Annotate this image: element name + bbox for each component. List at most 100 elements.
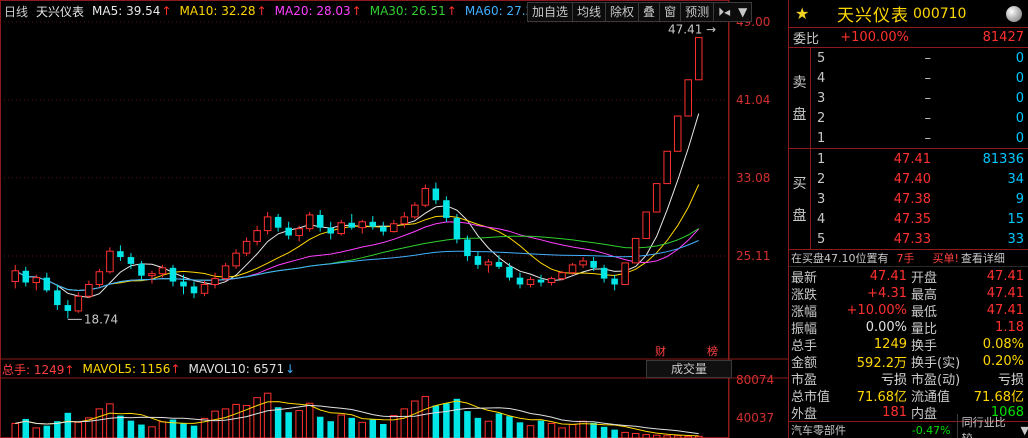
candle-body bbox=[484, 261, 493, 266]
sell-level-row[interactable]: 4 – 0 bbox=[811, 68, 1028, 88]
panel-toggle-icon[interactable]: ⏵◂ bbox=[714, 3, 735, 21]
candle bbox=[242, 237, 251, 257]
up-arrow-icon: ↑ bbox=[351, 4, 362, 18]
candle bbox=[369, 215, 377, 230]
level-price: – bbox=[924, 110, 932, 126]
volume-bar bbox=[631, 433, 640, 438]
level-price: – bbox=[924, 50, 932, 66]
volume-bar bbox=[295, 410, 303, 438]
level-volume: 0 bbox=[1015, 130, 1024, 146]
order-ratio-row: 委比 +100.00% 81427 bbox=[789, 28, 1028, 48]
buy-level-row[interactable]: 3 47.38 9 bbox=[811, 189, 1028, 209]
candle-body bbox=[663, 150, 671, 185]
candle bbox=[380, 221, 387, 236]
volume-axis: 80074 40037 bbox=[736, 373, 774, 425]
candle-body bbox=[369, 221, 377, 227]
stat-row: 最新 47.41 开盘 47.41 bbox=[789, 268, 1028, 286]
chevron-down-icon[interactable]: ▼ bbox=[1021, 424, 1028, 437]
sell-level-row[interactable]: 5 – 0 bbox=[811, 48, 1028, 68]
candle bbox=[232, 249, 240, 269]
volume-bar bbox=[453, 398, 461, 438]
star-icon[interactable]: ★ bbox=[795, 4, 817, 23]
volume-bar bbox=[32, 427, 41, 438]
window-button[interactable]: 窗 bbox=[660, 3, 682, 21]
volume-bar bbox=[358, 421, 367, 438]
level-price: 47.38 bbox=[893, 191, 931, 207]
volume-bar bbox=[537, 420, 545, 438]
candle-body bbox=[242, 240, 251, 254]
quote-title-bar: ★ 天兴仪表 000710 bbox=[789, 0, 1028, 28]
volume-bar bbox=[443, 403, 450, 438]
volume-bar bbox=[43, 425, 51, 438]
candle bbox=[484, 259, 493, 273]
volume-bar bbox=[369, 419, 377, 438]
candle-body bbox=[495, 261, 503, 267]
buy-level-row[interactable]: 2 47.40 34 bbox=[811, 169, 1028, 189]
candle bbox=[327, 221, 334, 240]
view-detail-link[interactable]: 查看详细 bbox=[961, 250, 1005, 266]
buy-level-row[interactable]: 4 47.35 15 bbox=[811, 209, 1028, 229]
volume-bar bbox=[253, 397, 261, 438]
stat-l2: 内盘 bbox=[911, 407, 938, 422]
candle bbox=[579, 257, 587, 268]
candle-body bbox=[516, 277, 524, 285]
volume-bar bbox=[380, 424, 387, 438]
volume-bar bbox=[464, 411, 471, 438]
buy-level-row[interactable]: 1 47.41 81336 bbox=[811, 149, 1028, 169]
stat-v1: 181 bbox=[882, 405, 907, 420]
candle-body bbox=[221, 265, 230, 280]
globe-icon[interactable] bbox=[1006, 6, 1022, 22]
volume-tick-label: 40037 bbox=[736, 411, 774, 425]
buy-level-row[interactable]: 5 47.33 33 bbox=[811, 229, 1028, 249]
sell-level-row[interactable]: 2 – 0 bbox=[811, 108, 1028, 128]
stat-row: 金额 592.2万 换手(实) 0.20% bbox=[789, 353, 1028, 371]
sell-level-row[interactable]: 1 – 0 bbox=[811, 128, 1028, 148]
volume-bar bbox=[421, 396, 430, 438]
order-alert-line[interactable]: 在买盘47.10位置有 7手 买单! 查看详细 bbox=[789, 250, 1028, 267]
finance-report-tag[interactable]: 财 bbox=[655, 343, 666, 359]
candle bbox=[642, 211, 650, 239]
volume-bar bbox=[211, 410, 219, 438]
volume-bar bbox=[400, 408, 409, 438]
level-volume: 0 bbox=[1015, 110, 1024, 126]
candle-body bbox=[274, 216, 282, 228]
quote-panel: ★ 天兴仪表 000710 委比 +100.00% 81427 卖盘 5 – 0 4 –… bbox=[788, 0, 1028, 438]
volume-bar bbox=[305, 402, 314, 438]
overlay-button[interactable]: 叠 bbox=[639, 3, 661, 21]
candle bbox=[211, 272, 219, 289]
candle bbox=[621, 262, 629, 285]
chevron-down-icon[interactable]: ▼ bbox=[734, 3, 752, 21]
industry-compare-button[interactable]: 同行业比较 bbox=[956, 414, 1017, 438]
volume-indicator-tab[interactable]: 成交量 bbox=[646, 360, 732, 378]
candle-body bbox=[211, 278, 219, 285]
level-number: 4 bbox=[817, 70, 826, 86]
candle-body bbox=[327, 227, 334, 234]
volume-bar bbox=[621, 431, 629, 438]
candle bbox=[673, 115, 682, 152]
volume-bar bbox=[263, 392, 272, 438]
candle bbox=[432, 182, 440, 205]
ma-settings-button[interactable]: 均线 bbox=[573, 3, 607, 21]
volume-bar bbox=[348, 417, 356, 438]
price-tick-label: 41.04 bbox=[736, 93, 770, 107]
volume-bar bbox=[148, 426, 156, 438]
sell-level-row[interactable]: 3 – 0 bbox=[811, 88, 1028, 108]
candle bbox=[558, 270, 566, 281]
candle bbox=[85, 280, 93, 299]
candle-body bbox=[421, 188, 430, 206]
sector-name[interactable]: 汽车零部件 bbox=[789, 422, 889, 438]
period-label[interactable]: 日线 bbox=[4, 3, 28, 20]
candle bbox=[11, 264, 20, 289]
price-axis: 49.0041.0433.0825.11 bbox=[736, 15, 770, 263]
forecast-button[interactable]: 预测 bbox=[681, 3, 715, 21]
sell-rows: 5 – 0 4 – 0 3 – 0 2 – 0 1 – 0 bbox=[811, 48, 1028, 148]
ranking-tag[interactable]: 榜 bbox=[707, 343, 718, 359]
candle-body bbox=[148, 273, 156, 277]
candle-body bbox=[106, 250, 114, 273]
candle-body bbox=[22, 270, 30, 283]
volume-tick-label: 80074 bbox=[736, 373, 774, 387]
candle bbox=[169, 264, 177, 287]
candle-body bbox=[295, 228, 303, 237]
add-watchlist-button[interactable]: 加自选 bbox=[528, 3, 574, 21]
ex-rights-button[interactable]: 除权 bbox=[606, 3, 640, 21]
